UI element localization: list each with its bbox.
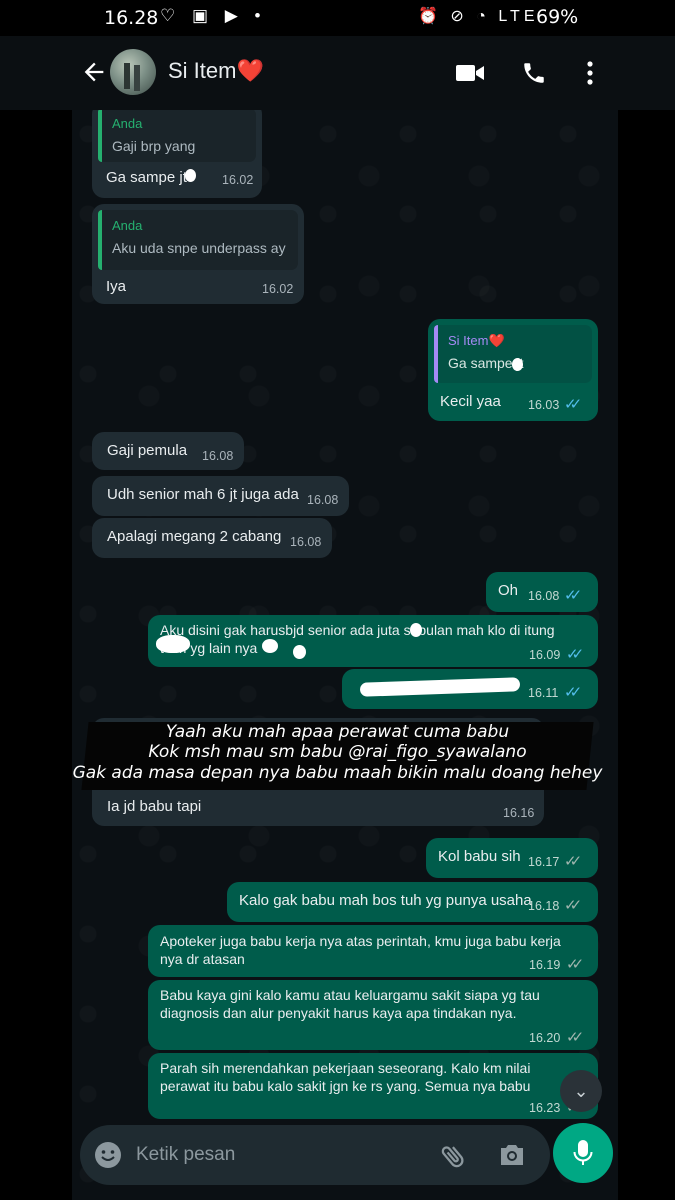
message-time: 16.23 xyxy=(529,1101,561,1115)
message-bubble[interactable]: Gaji pemula 16.08 xyxy=(92,432,244,470)
quote-text: Gaji brp yang xyxy=(112,138,196,154)
quote-bar xyxy=(434,325,438,383)
message-text: Gaji pemula xyxy=(107,442,188,459)
message-text: Oh xyxy=(498,582,519,599)
message-time: 16.09 xyxy=(529,648,561,662)
message-bubble[interactable]: Kol babu sih 16.17 ✓✓ xyxy=(426,838,598,878)
censor-mark xyxy=(512,358,523,371)
message-time: 16.19 xyxy=(529,958,561,972)
message-bubble[interactable]: Apoteker juga babu kerja nya atas perint… xyxy=(148,925,598,977)
message-time: 16.16 xyxy=(503,806,535,820)
quote-author: Anda xyxy=(112,218,143,233)
mic-icon xyxy=(573,1140,593,1165)
read-receipt-icon: ✓✓ xyxy=(566,646,584,663)
message-input[interactable]: Ketik pesan xyxy=(136,1144,235,1166)
system-status-icons: ⏰ ⊘ ◔ LTE xyxy=(418,8,539,25)
message-bubble[interactable]: Si Item❤️ Ga sampe jt Kecil yaa 16.03 ✓✓ xyxy=(428,319,598,421)
back-arrow-icon[interactable] xyxy=(80,58,108,86)
censor-mark xyxy=(185,169,196,182)
message-bubble[interactable]: Apalagi megang 2 cabang 16.08 xyxy=(92,518,332,558)
message-time: 16.20 xyxy=(529,1031,561,1045)
battery-level: 69% xyxy=(536,6,579,28)
message-time: 16.18 xyxy=(528,899,560,913)
message-time: 16.08 xyxy=(307,493,339,507)
caption-line: Yaah aku mah apaa perawat cuma babu xyxy=(165,722,510,742)
quote-bar xyxy=(98,110,102,162)
message-time: 16.08 xyxy=(290,535,322,549)
quote-bar xyxy=(98,210,102,270)
message-text: Ga sampe jt xyxy=(106,169,187,186)
message-bubble[interactable]: 16.11 ✓✓ xyxy=(342,669,598,709)
message-text-line: nya dr atasan xyxy=(160,951,245,967)
double-chevron-down-icon: ⌄ xyxy=(573,1081,589,1101)
message-text: Kalo gak babu mah bos tuh yg punya usaha xyxy=(239,892,532,909)
quote-author: Si Item❤️ xyxy=(448,333,505,348)
scroll-down-button[interactable]: ⌄ xyxy=(560,1070,602,1112)
notification-icons: ♡ ▣ ▶ • xyxy=(160,6,267,25)
message-time: 16.02 xyxy=(222,173,254,187)
chat-header: Si Item❤️ xyxy=(0,36,675,110)
voice-call-icon[interactable] xyxy=(521,60,547,86)
quote-text: Aku uda snpe underpass ay xyxy=(112,240,286,256)
emoji-icon[interactable] xyxy=(94,1141,122,1169)
delivered-receipt-icon: ✓✓ xyxy=(566,1029,584,1046)
message-text-line: Parah sih merendahkan pekerjaan seseoran… xyxy=(160,1060,531,1076)
quoted-message[interactable]: Anda Gaji brp yang xyxy=(98,110,256,162)
quoted-message[interactable]: Anda Aku uda snpe underpass ay xyxy=(98,210,298,270)
message-text-line: Apoteker juga babu kerja nya atas perint… xyxy=(160,933,561,949)
message-time: 16.02 xyxy=(262,282,294,296)
status-time: 16.28 xyxy=(104,7,159,29)
camera-icon[interactable] xyxy=(498,1142,526,1168)
status-bar: 16.28 ♡ ▣ ▶ • ⏰ ⊘ ◔ LTE 69% xyxy=(0,0,675,36)
attach-icon[interactable] xyxy=(438,1141,468,1171)
message-text: Iya xyxy=(106,278,127,295)
delivered-receipt-icon: ✓✓ xyxy=(566,956,584,973)
message-input-bar[interactable]: Ketik pesan xyxy=(80,1125,550,1185)
message-time: 16.08 xyxy=(528,589,560,603)
message-bubble[interactable]: Anda Aku uda snpe underpass ay Iya 16.02 xyxy=(92,204,304,304)
message-text: Udh senior mah 6 jt juga ada xyxy=(107,486,299,503)
quote-author: Anda xyxy=(112,116,143,131)
censor-mark xyxy=(262,639,278,653)
menu-icon[interactable] xyxy=(583,60,597,86)
delivered-receipt-icon: ✓✓ xyxy=(564,897,582,914)
message-bubble[interactable]: Kalo gak babu mah bos tuh yg punya usaha… xyxy=(227,882,598,922)
message-bubble[interactable]: Oh 16.08 ✓✓ xyxy=(486,572,598,612)
video-call-icon[interactable] xyxy=(455,62,485,84)
contact-name[interactable]: Si Item❤️ xyxy=(168,58,264,84)
censor-scribble xyxy=(359,677,521,697)
message-text-line: Aku disini gak harusbjd senior ada juta … xyxy=(160,622,555,638)
delivered-receipt-icon: ✓✓ xyxy=(564,853,582,870)
read-receipt-icon: ✓✓ xyxy=(564,396,582,413)
message-text-line: perawat itu babu kalo sakit jgn ke rs ya… xyxy=(160,1078,531,1094)
chat-area[interactable]: Anda Gaji brp yang Ga sampe jt 16.02 And… xyxy=(72,110,618,1200)
caption-line: Kok msh mau sm babu @rai_figo_syawalano xyxy=(148,742,527,762)
message-bubble[interactable]: Anda Gaji brp yang Ga sampe jt 16.02 xyxy=(92,110,262,198)
message-text-line: Babu kaya gini kalo kamu atau keluargamu… xyxy=(160,987,540,1003)
message-text: Kol babu sih xyxy=(438,848,521,865)
message-time: 16.17 xyxy=(528,855,560,869)
read-receipt-icon: ✓✓ xyxy=(564,587,582,604)
caption-line: Gak ada masa depan nya babu maah bikin m… xyxy=(72,763,603,783)
message-text: Kecil yaa xyxy=(440,393,501,410)
message-time: 16.08 xyxy=(202,449,234,463)
mic-button[interactable] xyxy=(553,1123,613,1183)
message-time: 16.11 xyxy=(528,686,559,700)
censor-mark xyxy=(410,623,422,637)
message-text-line: diagnosis dan alur penyakit harus kaya a… xyxy=(160,1005,517,1021)
quoted-message[interactable]: Si Item❤️ Ga sampe jt xyxy=(434,325,592,383)
avatar[interactable] xyxy=(110,49,156,95)
read-receipt-icon: ✓✓ xyxy=(564,684,582,701)
censor-mark xyxy=(156,635,190,653)
message-bubble[interactable]: Babu kaya gini kalo kamu atau keluargamu… xyxy=(148,980,598,1050)
message-bubble[interactable]: Parah sih merendahkan pekerjaan seseoran… xyxy=(148,1053,598,1119)
message-bubble[interactable]: Aku disini gak harusbjd senior ada juta … xyxy=(148,615,598,667)
message-text: Ia jd babu tapi xyxy=(107,798,202,815)
message-time: 16.03 xyxy=(528,398,560,412)
message-text: Apalagi megang 2 cabang xyxy=(107,528,282,545)
message-bubble[interactable]: Udh senior mah 6 jt juga ada 16.08 xyxy=(92,476,349,516)
censor-mark xyxy=(293,645,306,659)
